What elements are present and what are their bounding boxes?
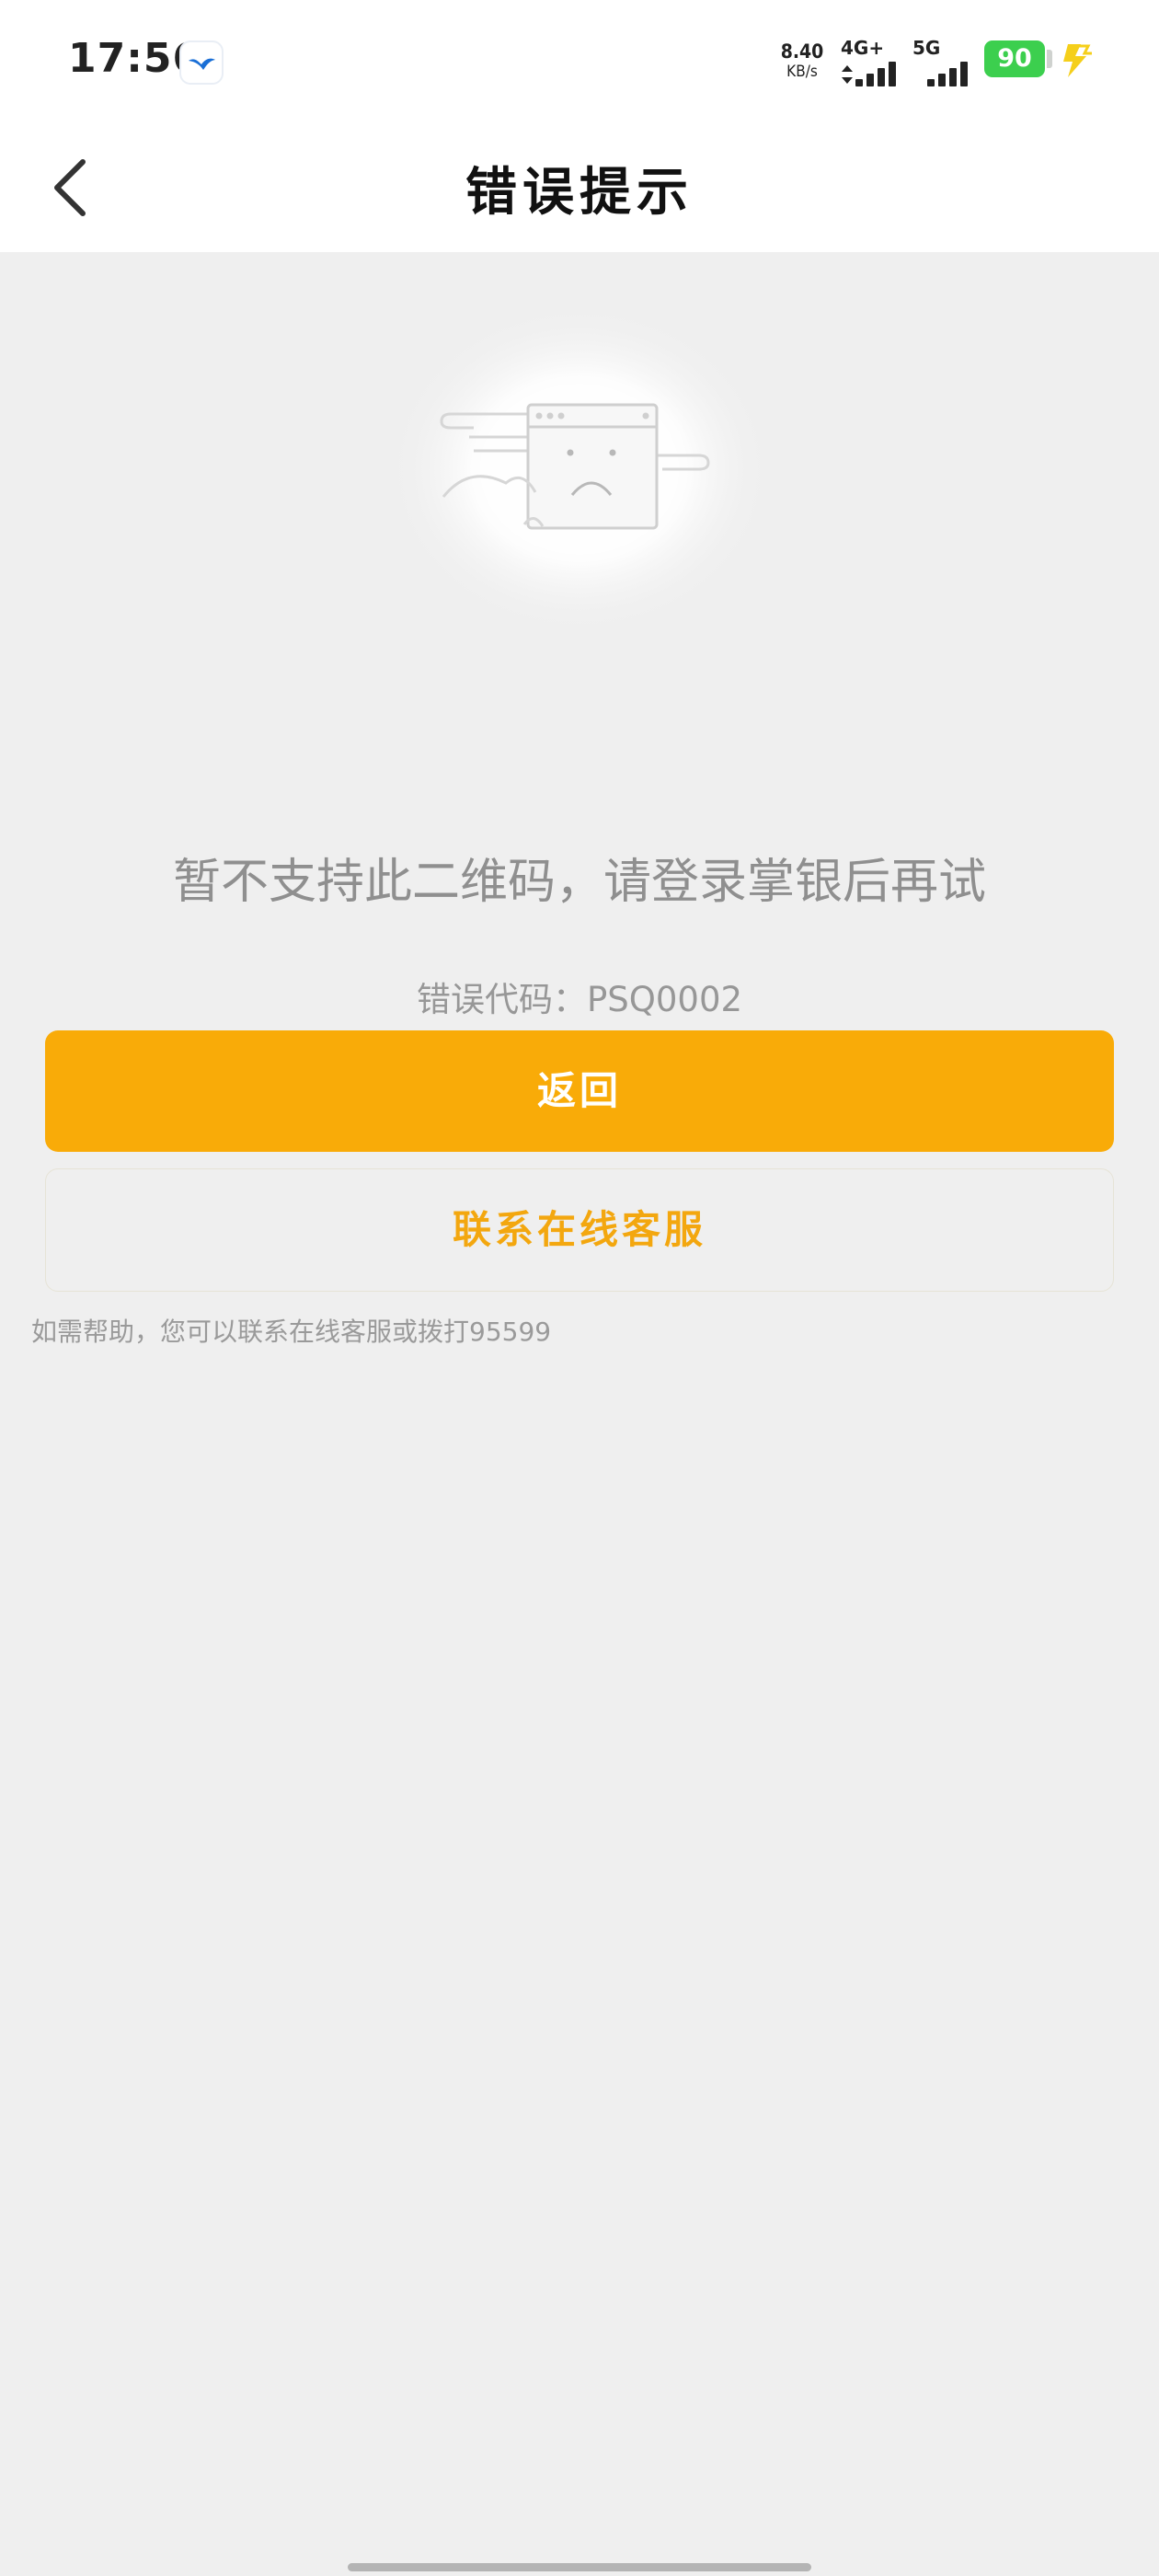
net-speed: 8.40 KB/s	[778, 40, 826, 81]
signal-icon	[855, 61, 911, 86]
status-bar: 17:56 8.40 KB/s 4G+ 5G 90	[0, 0, 1159, 123]
signal-5g-label: 5G	[912, 37, 941, 59]
sad-browser-window-icon	[386, 304, 773, 635]
signal-4g-label: 4G+	[841, 37, 885, 59]
signal-icon	[927, 61, 982, 86]
help-text: 如需帮助，您可以联系在线客服或拨打95599	[31, 1317, 552, 1347]
page-title: 错误提示	[465, 162, 694, 223]
error-message: 暂不支持此二维码，请登录掌银后再试	[172, 855, 986, 910]
home-indicator[interactable]	[348, 2563, 811, 2571]
data-arrows-icon	[842, 65, 853, 84]
contact-service-button[interactable]: 联系在线客服	[45, 1168, 1114, 1292]
net-speed-value: 8.40	[780, 40, 824, 63]
notify-bird-icon	[181, 42, 222, 83]
return-button[interactable]: 返回	[45, 1030, 1114, 1152]
net-speed-unit: KB/s	[786, 63, 818, 81]
error-illustration	[359, 294, 800, 644]
nav-bar: 错误提示	[0, 123, 1159, 252]
error-code: 错误代码：PSQ0002	[416, 980, 743, 1019]
battery-tip	[1047, 50, 1052, 68]
charging-icon	[1063, 44, 1092, 77]
battery-icon: 90	[984, 40, 1045, 77]
